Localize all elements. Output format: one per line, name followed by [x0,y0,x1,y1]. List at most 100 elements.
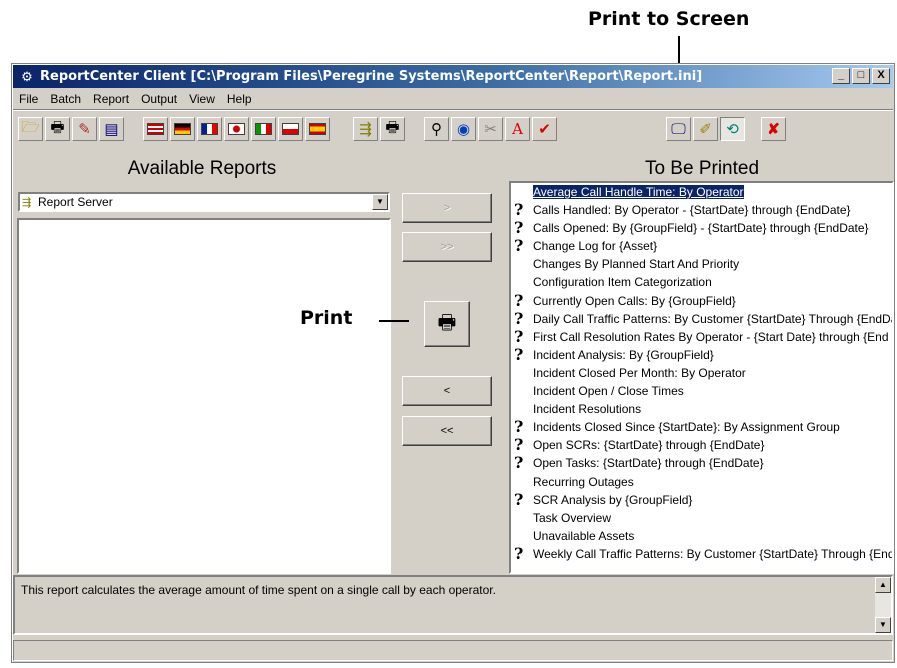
report-list-item-label: Unavailable Assets [533,528,635,543]
report-list-item-label: SCR Analysis by {GroupField} [533,492,693,507]
report-list-item[interactable]: ? Open Tasks: {StartDate} through {EndDat… [511,454,892,472]
available-reports-list[interactable] [17,218,391,574]
print-icon[interactable]: 🖶 [45,117,70,141]
lock-print-icon[interactable]: 🖶 [380,117,405,141]
question-mark-icon: ? [514,544,524,563]
report-list-item[interactable]: Recurring Outages [511,473,892,491]
report-list-item[interactable]: ? SCR Analysis by {GroupField} [511,491,892,509]
app-gear-icon: ⚙ [21,68,33,84]
question-mark-icon: ? [514,436,524,455]
flag-france-icon[interactable] [197,117,222,141]
scroll-down-icon[interactable]: ▼ [875,617,891,633]
menu-file[interactable]: File [13,92,44,106]
to-be-printed-items: Average Call Handle Time: By Operator? Ca… [511,183,892,563]
description-box: This report calculates the average amoun… [13,575,893,635]
report-server-select[interactable]: ⇶ Report Server ▼ [18,192,390,212]
question-mark-icon: ? [514,309,524,328]
app-window: ⚙ ReportCenter Client [C:\Program Files\… [11,63,895,663]
minimize-button[interactable]: _ [832,68,850,84]
question-mark-icon: ? [514,454,524,473]
printer-icon: 🖶 [437,312,457,334]
report-list-item-label: Incident Resolutions [533,402,642,417]
report-list-item[interactable]: Incident Open / Close Times [511,382,892,400]
report-list-item[interactable]: ? Weekly Call Traffic Patterns: By Custom… [511,545,892,563]
flag-japan-icon[interactable] [224,117,249,141]
menu-bar: File Batch Report Output View Help [13,89,893,108]
question-mark-icon: ? [514,327,524,346]
menu-help[interactable]: Help [221,92,258,106]
report-list-item[interactable]: ? Currently Open Calls: By {GroupField} [511,292,892,310]
scroll-up-icon[interactable]: ▲ [875,577,891,593]
toolbar: 🗁 🖶 ✎ ▤ ⇶ 🖶 ⚲ ◉ ✂ A ✔ 🖵 ✐ ⟲ ✘ [13,109,893,151]
title-bar[interactable]: ⚙ ReportCenter Client [C:\Program Files\… [13,65,893,88]
font-icon[interactable]: A [505,117,530,141]
description-text: This report calculates the average amoun… [21,583,496,597]
remove-button[interactable]: < [402,376,492,406]
print-to-screen-icon[interactable]: 🖵 [666,117,691,141]
report-list-item[interactable]: ? Calls Opened: By {GroupField} - {StartD… [511,219,892,237]
to-be-printed-list[interactable]: Average Call Handle Time: By Operator? Ca… [509,181,894,574]
report-list-item-label: Recurring Outages [533,474,634,489]
maximize-button[interactable]: □ [852,68,870,84]
report-list-item[interactable]: Incident Closed Per Month: By Operator [511,364,892,382]
report-list-item[interactable]: ? Daily Call Traffic Patterns: By Custome… [511,310,892,328]
question-mark-icon: ? [514,291,524,310]
report-list-item[interactable]: ? First Call Resolution Rates By Operator… [511,328,892,346]
menu-view[interactable]: View [183,92,221,106]
status-bar [13,640,893,661]
question-mark-icon: ? [514,490,524,509]
checkmark-icon[interactable]: ✔ [532,117,557,141]
report-list-item-label: Incident Open / Close Times [533,384,684,399]
report-list-item[interactable]: ? Incident Analysis: By {GroupField} [511,346,892,364]
properties-icon[interactable]: ▤ [99,117,124,141]
flag-spain-icon[interactable] [305,117,330,141]
report-list-item-label: Open Tasks: {StartDate} through {EndDate… [533,456,764,471]
open-folder-icon[interactable]: 🗁 [18,117,43,141]
flag-us-icon[interactable] [143,117,168,141]
menu-output[interactable]: Output [135,92,183,106]
report-list-item-label: Daily Call Traffic Patterns: By Customer… [533,311,892,326]
tools-icon[interactable]: ✎ [72,117,97,141]
report-list-item[interactable]: Average Call Handle Time: By Operator [511,183,892,201]
report-list-item-label: Calls Opened: By {GroupField} - {StartDa… [533,221,869,236]
add-all-button[interactable]: >> [402,232,492,262]
remove-all-button[interactable]: << [402,416,492,446]
report-list-item[interactable]: Unavailable Assets [511,527,892,545]
flag-poland-icon[interactable] [278,117,303,141]
edit-icon[interactable]: ✐ [693,117,718,141]
report-list-item-label: Change Log for {Asset} [533,239,658,254]
print-leader [379,320,409,322]
print-button[interactable]: 🖶 [424,301,470,347]
report-list-item[interactable]: Task Overview [511,509,892,527]
report-list-item[interactable]: ? Change Log for {Asset} [511,237,892,255]
report-list-item[interactable]: ? Calls Handled: By Operator - {StartDate… [511,201,892,219]
report-list-item-label: Task Overview [533,510,612,525]
binoculars-icon[interactable]: ⚲ [424,117,449,141]
refresh-icon[interactable]: ⟲ [720,117,745,141]
menu-report[interactable]: Report [87,92,135,106]
cancel-icon[interactable]: ✘ [761,117,786,141]
report-list-item[interactable]: Incident Resolutions [511,400,892,418]
report-list-item[interactable]: Changes By Planned Start And Priority [511,255,892,273]
print-to-screen-callout: Print to Screen [588,8,750,30]
chevron-down-icon[interactable]: ▼ [372,194,388,210]
report-list-item-label: Changes By Planned Start And Priority [533,257,740,272]
menu-batch[interactable]: Batch [44,92,87,106]
close-button[interactable]: X [872,68,890,84]
report-list-item-label: First Call Resolution Rates By Operator … [533,329,892,344]
question-mark-icon: ? [514,237,524,256]
question-mark-icon: ? [514,418,524,437]
report-list-item[interactable]: ? Incidents Closed Since {StartDate}: By … [511,418,892,436]
add-button[interactable]: > [402,193,492,223]
description-scrollbar[interactable]: ▲ ▼ [875,577,891,633]
flag-germany-icon[interactable] [170,117,195,141]
available-reports-title: Available Reports [127,158,277,179]
window-title: ReportCenter Client [C:\Program Files\Pe… [40,69,703,84]
eye-icon[interactable]: ◉ [451,117,476,141]
server-icon[interactable]: ⇶ [353,117,378,141]
report-list-item-label: Incident Analysis: By {GroupField} [533,347,714,362]
report-list-item[interactable]: Configuration Item Categorization [511,273,892,291]
report-list-item[interactable]: ? Open SCRs: {StartDate} through {EndDate… [511,436,892,454]
flag-italy-icon[interactable] [251,117,276,141]
scissors-icon[interactable]: ✂ [478,117,503,141]
